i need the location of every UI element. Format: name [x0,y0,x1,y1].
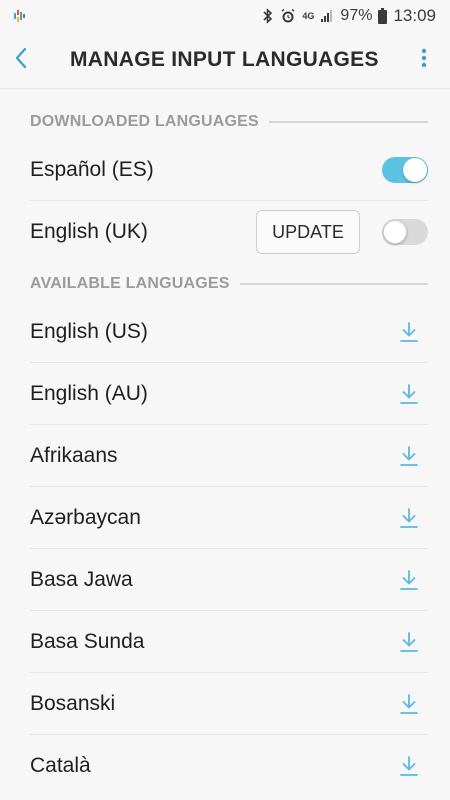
language-label: Azərbaycan [30,505,141,529]
language-row[interactable]: English (US) [30,301,428,363]
battery-percent: 97% [340,7,373,24]
app-notification-icon [12,8,28,24]
language-label: Basa Sunda [30,629,145,653]
section-title: DOWNLOADED LANGUAGES [30,113,259,130]
battery-icon [378,8,388,24]
status-left [12,8,28,24]
alarm-icon [280,8,296,24]
download-icon[interactable] [398,320,420,344]
language-label: Basa Jawa [30,567,133,591]
download-icon[interactable] [398,692,420,716]
language-label: English (US) [30,319,148,343]
page-title: MANAGE INPUT LANGUAGES [70,48,379,71]
language-row-espanol-es[interactable]: Español (ES) [30,139,428,201]
back-button[interactable] [14,40,54,80]
language-label: Español (ES) [30,157,154,181]
row-controls: UPDATE [256,210,428,254]
back-arrow-icon [14,47,28,74]
clock: 13:09 [393,6,436,25]
download-icon[interactable] [398,568,420,592]
status-right: 4G 97% 13:09 [262,6,436,26]
signal-icon [320,9,334,23]
language-row[interactable]: Azərbaycan [30,487,428,549]
more-options-button[interactable] [412,40,436,80]
language-row[interactable]: Bosanski [30,673,428,735]
toggle-knob [403,157,427,182]
language-toggle[interactable] [382,219,428,245]
section-rule [268,121,428,123]
language-row[interactable]: Afrikaans [30,425,428,487]
language-row-english-uk[interactable]: English (UK) UPDATE [30,201,428,263]
network-type-icon: 4G [302,10,315,21]
app-bar: MANAGE INPUT LANGUAGES [0,32,450,88]
language-row[interactable]: Català [30,735,428,797]
downloaded-list: Español (ES) English (UK) UPDATE [0,139,450,263]
download-icon[interactable] [398,382,420,406]
download-icon[interactable] [398,444,420,468]
available-languages-header: AVAILABLE LANGUAGES [0,267,450,301]
language-row[interactable]: Basa Jawa [30,549,428,611]
download-icon[interactable] [398,630,420,654]
section-rule [239,283,428,285]
language-label: Bosanski [30,691,116,715]
available-list: English (US) English (AU) Afrikaans Azərbay… [0,301,450,797]
language-label: English (UK) [30,220,148,243]
language-label: English (AU) [30,381,148,405]
update-button[interactable]: UPDATE [256,210,360,254]
language-label: Afrikaans [30,443,118,467]
toggle-knob [383,220,407,244]
language-row[interactable]: English (AU) [30,363,428,425]
bluetooth-icon [262,8,274,24]
downloaded-languages-header: DOWNLOADED LANGUAGES [0,105,450,139]
download-icon[interactable] [398,506,420,530]
status-bar: 4G 97% 13:09 [0,0,450,32]
section-title: AVAILABLE LANGUAGES [30,275,230,292]
row-controls [382,156,428,183]
language-label: Català [30,754,91,777]
language-toggle[interactable] [382,156,428,183]
more-vert-icon [421,47,427,74]
download-icon[interactable] [398,754,420,778]
language-row[interactable]: Basa Sunda [30,611,428,673]
